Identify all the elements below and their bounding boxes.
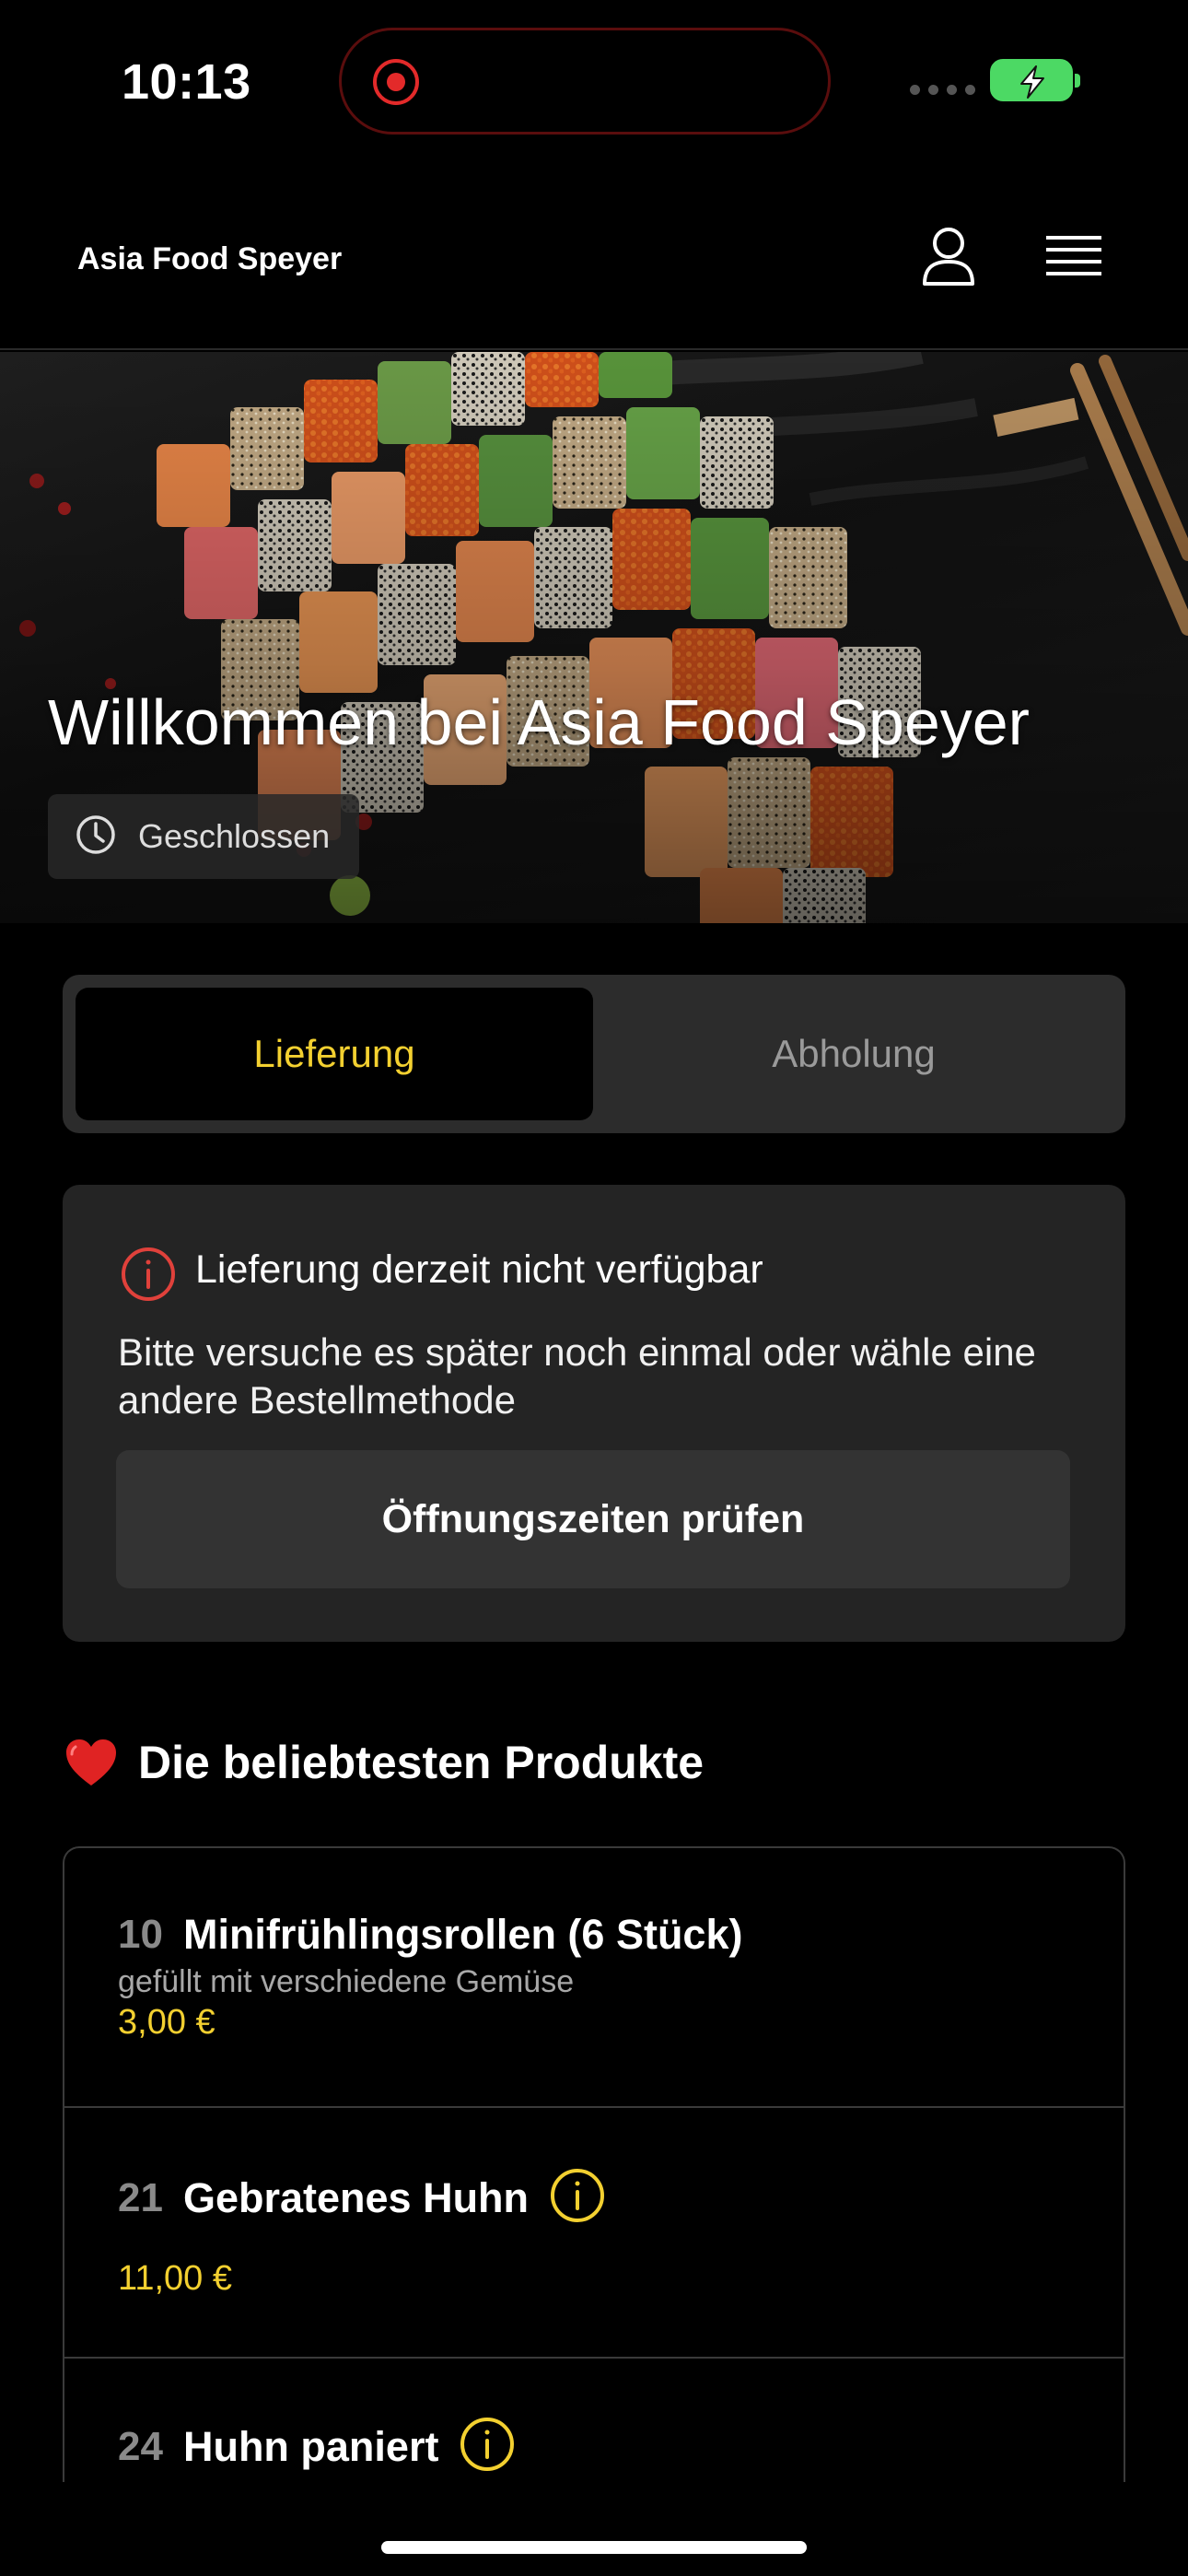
product-name: Gebratenes Huhn (182, 2173, 530, 2221)
order-mode-toggle: Lieferung Abholung (63, 975, 1125, 1133)
hero-banner: Willkommen bei Asia Food Speyer Geschlos… (0, 352, 1188, 923)
product-name: Huhn paniert (182, 2422, 439, 2470)
opening-status-text: Geschlossen (138, 817, 331, 855)
product-price: 3,00 € (118, 2003, 215, 2042)
status-bar: 10:13 (0, 0, 1188, 166)
product-number: 21 (118, 2174, 163, 2220)
hamburger-menu-icon[interactable] (1037, 221, 1111, 295)
opening-status-badge[interactable]: Geschlossen (48, 794, 359, 879)
popular-products-list: 10 Minifrühlingsrollen (6 Stück) gefüllt… (63, 1846, 1125, 2482)
user-icon[interactable] (912, 221, 985, 295)
clock-icon (74, 813, 118, 861)
dynamic-island (339, 28, 831, 135)
recording-icon (373, 59, 419, 105)
product-price: 11,00 € (118, 2259, 232, 2298)
popular-products-heading: Die beliebtesten Produkte (64, 1736, 704, 1789)
home-indicator[interactable] (381, 2541, 807, 2554)
brand-name[interactable]: Asia Food Speyer (77, 241, 342, 277)
heart-icon (66, 1739, 116, 1786)
product-item[interactable]: 21 Gebratenes Huhn 11,00 € (64, 2108, 1124, 2359)
product-description: gefüllt mit verschiedene Gemüse (118, 1964, 575, 1999)
tab-delivery[interactable]: Lieferung (76, 988, 593, 1120)
app-header: Asia Food Speyer (0, 166, 1188, 350)
delivery-unavailable-card: Lieferung derzeit nicht verfügbar Bitte … (63, 1185, 1125, 1642)
product-name: Minifrühlingsrollen (6 Stück) (182, 1911, 743, 1958)
check-opening-hours-button[interactable]: Öffnungszeiten prüfen (116, 1450, 1070, 1588)
product-info-icon[interactable] (459, 2416, 516, 2477)
product-number: 10 (118, 1912, 163, 1957)
product-info-icon[interactable] (549, 2167, 606, 2229)
notice-title: Lieferung derzeit nicht verfügbar (195, 1247, 763, 1292)
welcome-title: Willkommen bei Asia Food Speyer (48, 686, 1030, 758)
section-title-text: Die beliebtesten Produkte (138, 1737, 705, 1788)
product-number: 24 (118, 2423, 163, 2469)
alert-info-icon (120, 1246, 177, 1307)
status-time: 10:13 (122, 54, 251, 110)
product-item[interactable]: 10 Minifrühlingsrollen (6 Stück) gefüllt… (64, 1848, 1124, 2108)
battery-charging-icon (990, 59, 1080, 101)
product-item[interactable]: 24 Huhn paniert (64, 2359, 1124, 2482)
tab-pickup[interactable]: Abholung (595, 988, 1112, 1120)
notice-text: Bitte versuche es später noch einmal ode… (118, 1330, 1036, 1422)
cellular-signal-icon (910, 85, 975, 95)
